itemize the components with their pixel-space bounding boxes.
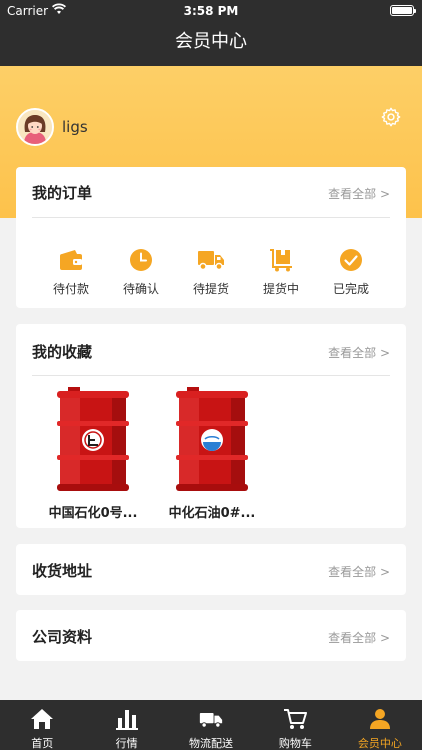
order-status-label: 提货中 <box>262 282 299 296</box>
divider <box>32 375 390 376</box>
orders-title: 我的订单 <box>32 184 93 202</box>
company-view-all-link[interactable]: 查看全部 > <box>328 629 390 646</box>
page-title: 会员中心 <box>175 31 247 52</box>
home-icon <box>31 709 54 729</box>
tab-home[interactable]: 首页 <box>0 700 84 750</box>
status-bar: Carrier 3:58 PM <box>0 0 422 22</box>
order-status-pending-confirm[interactable]: 待确认 <box>111 247 171 297</box>
orders-card: 我的订单 查看全部 > 待付款 待确认 待提货 提货中 已完成 <box>16 167 406 308</box>
tab-bar: 首页 行情 物流配送 购物车 会员中心 <box>0 700 422 750</box>
cart-icon <box>284 709 308 729</box>
company-info-row[interactable]: 公司资料 查看全部 > <box>16 610 406 661</box>
order-status-label: 待提货 <box>192 282 229 296</box>
tab-label: 首页 <box>31 737 54 750</box>
status-time: 3:58 PM <box>183 4 239 18</box>
check-circle-icon <box>340 249 362 271</box>
tab-label: 物流配送 <box>189 737 234 750</box>
order-status-pending-payment[interactable]: 待付款 <box>41 247 101 297</box>
gear-icon[interactable] <box>380 106 402 128</box>
company-title: 公司资料 <box>32 628 93 646</box>
bar-chart-icon <box>115 710 138 730</box>
clock-icon <box>130 249 152 271</box>
tab-label: 购物车 <box>278 737 312 750</box>
address-view-all-link[interactable]: 查看全部 > <box>328 563 390 580</box>
user-icon <box>369 709 390 729</box>
nav-bar: 会员中心 <box>0 22 422 66</box>
favorites-view-all-link[interactable]: 查看全部 > <box>328 344 390 361</box>
address-title: 收货地址 <box>32 562 93 580</box>
cart-box-icon <box>270 249 292 272</box>
order-status-pending-pickup[interactable]: 待提货 <box>181 247 241 297</box>
favorites-title: 我的收藏 <box>32 343 93 361</box>
oil-barrel-image <box>176 387 248 491</box>
truck-icon <box>198 251 224 271</box>
favorites-card: 我的收藏 查看全部 > 中国石化0号... 中化石油0#... <box>16 324 406 528</box>
favorite-product-card[interactable]: 中国石化0号... <box>41 387 145 521</box>
address-row[interactable]: 收货地址 查看全部 > <box>16 544 406 595</box>
order-status-label: 已完成 <box>332 282 369 296</box>
favorite-product-card[interactable]: 中化石油0#... <box>160 387 264 521</box>
oil-barrel-image <box>57 387 129 491</box>
order-status-label: 待付款 <box>52 282 89 296</box>
orders-view-all-link[interactable]: 查看全部 > <box>328 185 390 202</box>
avatar-girl-icon <box>18 110 52 144</box>
tab-label: 行情 <box>115 737 138 750</box>
tab-member-center[interactable]: 会员中心 <box>338 700 422 750</box>
tab-market[interactable]: 行情 <box>84 700 168 750</box>
order-status-picking-up[interactable]: 提货中 <box>251 247 311 297</box>
tab-cart[interactable]: 购物车 <box>253 700 337 750</box>
divider <box>32 217 390 218</box>
battery-icon <box>390 5 416 16</box>
username: ligs <box>62 118 88 136</box>
avatar[interactable] <box>16 108 54 146</box>
order-status-label: 待确认 <box>122 282 159 296</box>
truck-icon <box>199 713 223 728</box>
favorite-product-name: 中化石油0#... <box>168 506 256 521</box>
tab-logistics[interactable]: 物流配送 <box>169 700 253 750</box>
tab-label: 会员中心 <box>357 737 402 750</box>
favorite-product-name: 中国石化0号... <box>48 506 138 521</box>
order-status-completed[interactable]: 已完成 <box>321 247 381 297</box>
wallet-icon <box>60 250 82 270</box>
